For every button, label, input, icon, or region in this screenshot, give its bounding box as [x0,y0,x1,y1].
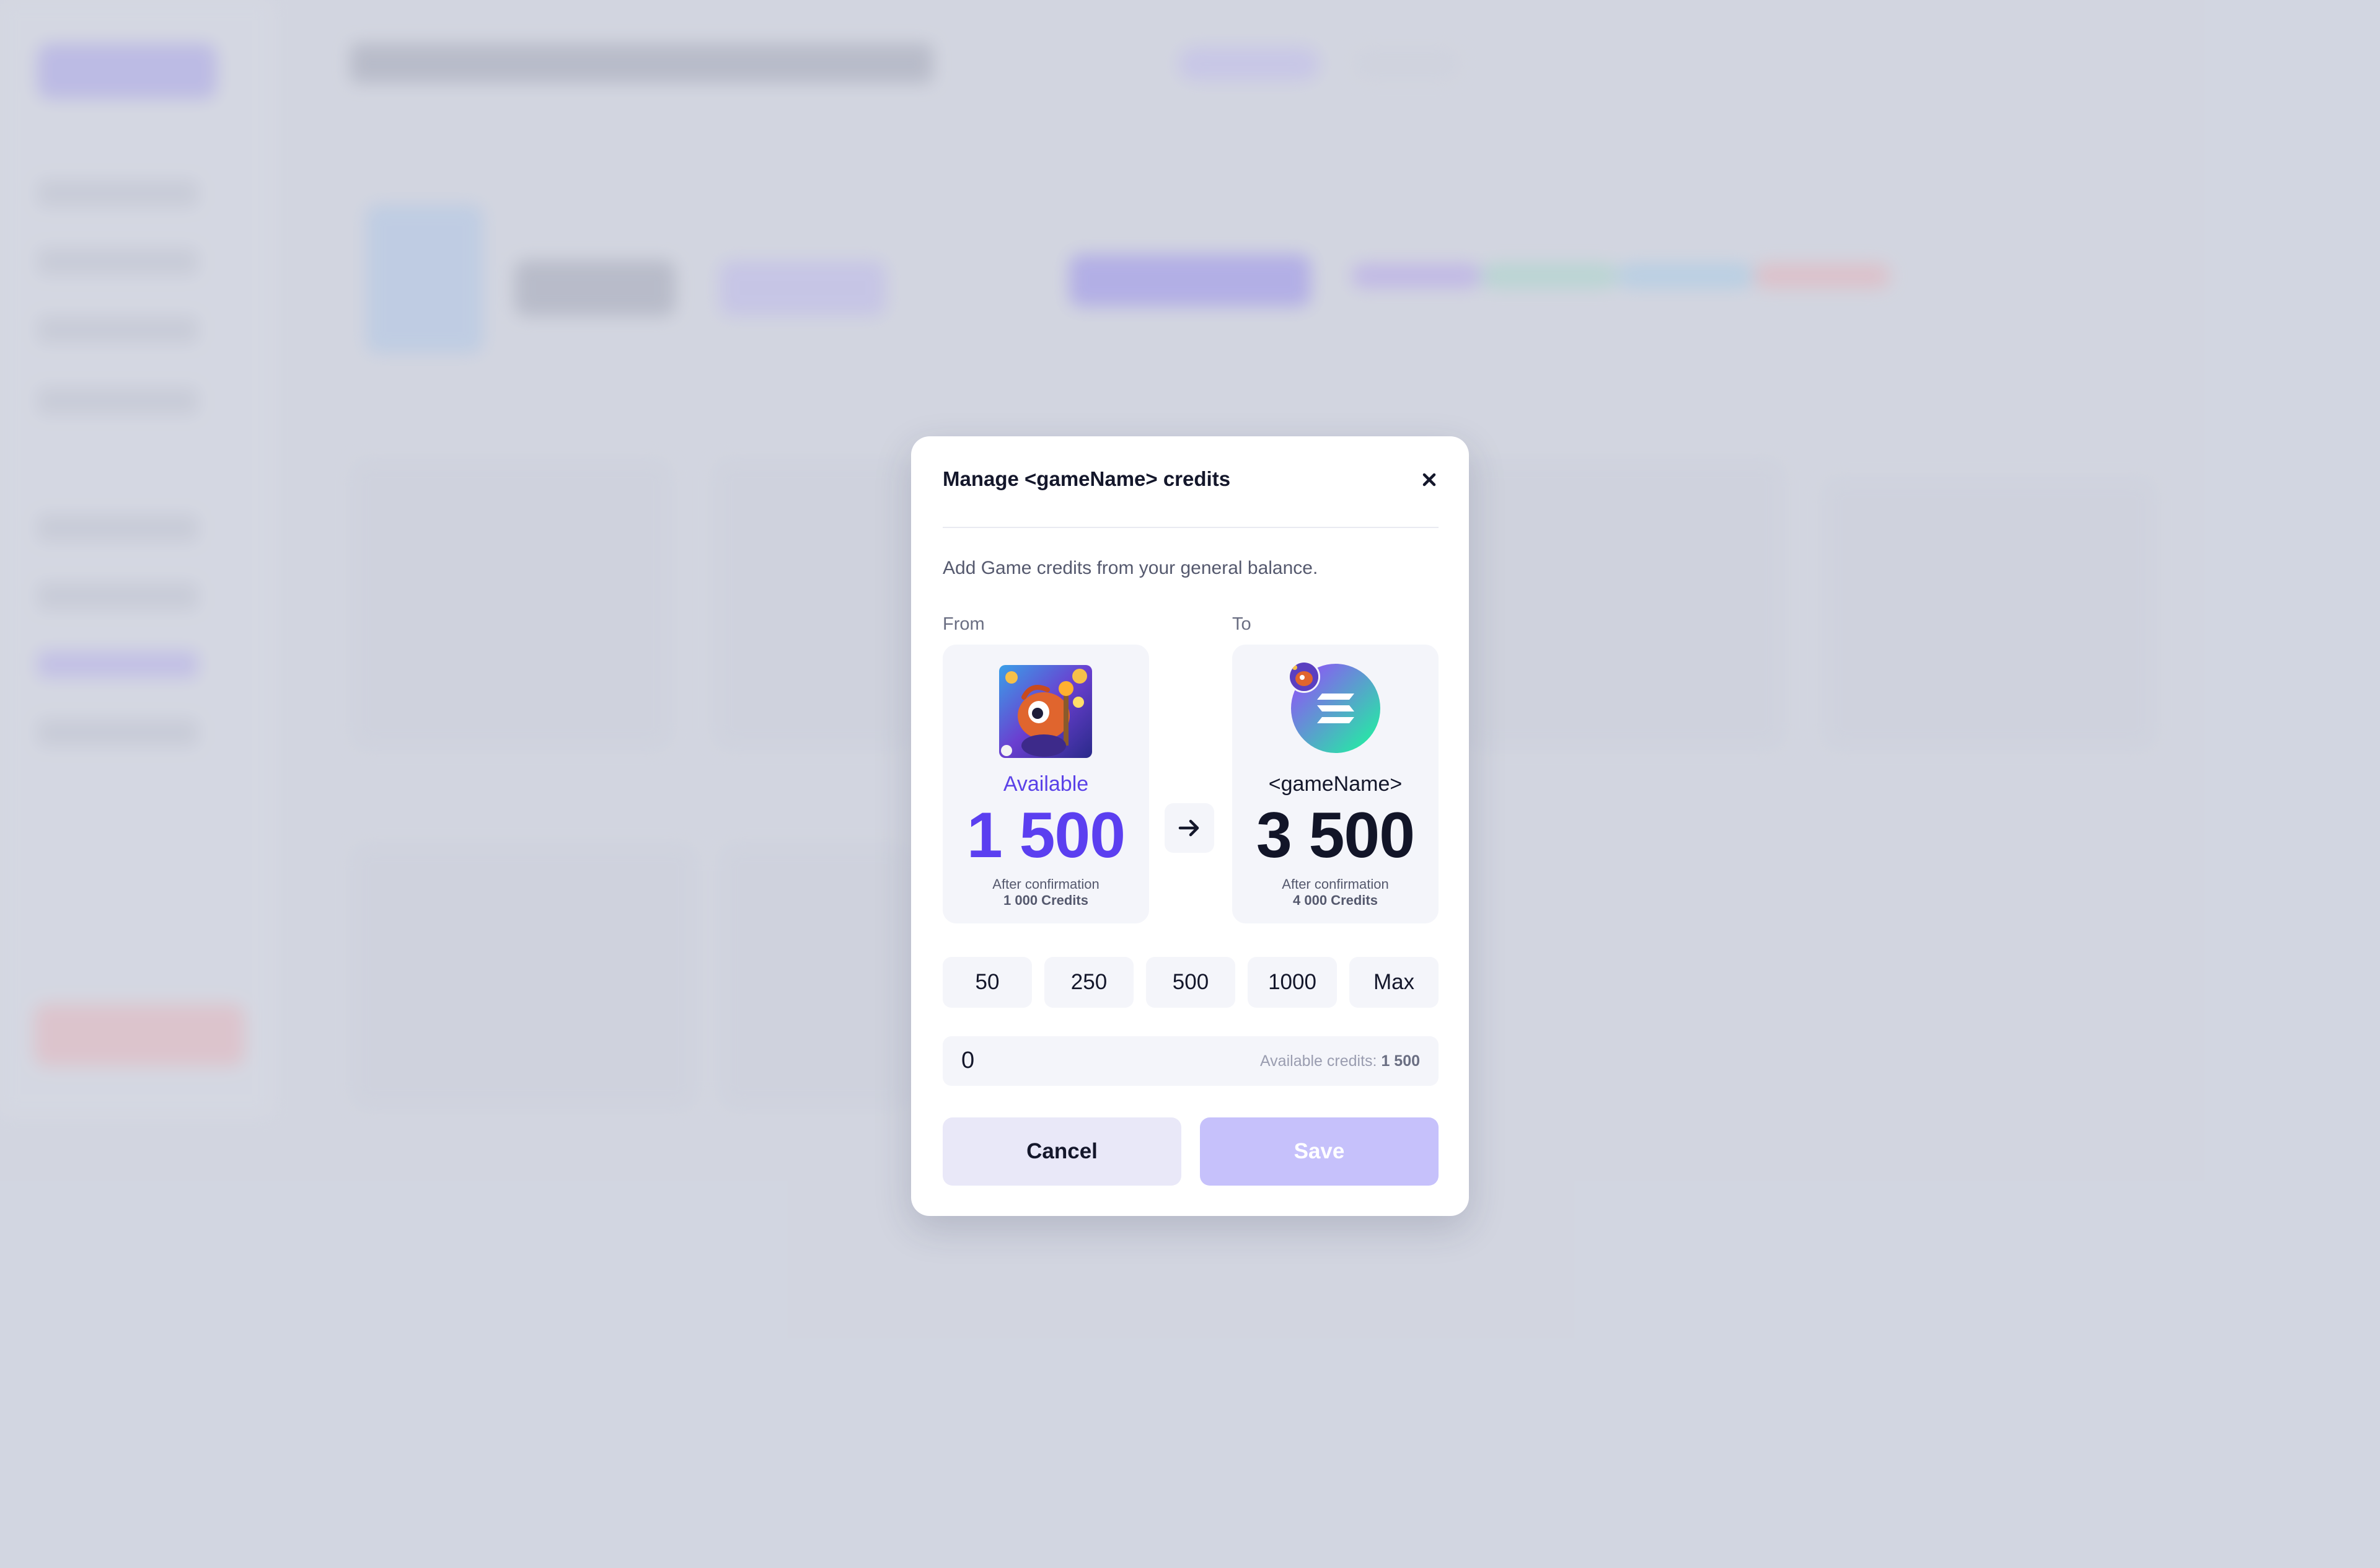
from-caption: Available [1003,772,1089,796]
header-divider [943,527,1439,528]
to-caption: <gameName> [1268,772,1403,796]
from-label: From [943,614,985,634]
to-after-value: 4 000 Credits [1293,892,1378,908]
from-amount: 1 500 [966,799,1126,871]
game-badge-icon [1288,661,1320,693]
from-after-value: 1 000 Credits [1003,892,1088,908]
cancel-button[interactable]: Cancel [943,1117,1181,1186]
game-thumbnail [999,665,1092,758]
max-amount-button[interactable]: Max [1349,957,1439,1008]
amount-input[interactable]: 0 Available credits: 1 500 [943,1036,1439,1086]
save-button[interactable]: Save [1200,1117,1439,1186]
available-credits-hint-label: Available credits: [1259,1052,1377,1070]
available-credits-hint: Available credits: 1 500 [1260,1052,1420,1070]
quick-amount-button[interactable]: 50 [943,957,1032,1008]
close-icon [1422,473,1436,487]
quick-amount-button[interactable]: 250 [1044,957,1134,1008]
to-label: To [1232,614,1251,634]
to-after-label: After confirmation [1282,876,1389,892]
from-after-label: After confirmation [992,876,1100,892]
to-panel: <gameName> 3 500 After confirmation 4 00… [1232,645,1439,923]
quick-amount-row: 50 250 500 1000 Max [943,957,1439,1008]
arrow-right-icon [1178,819,1199,837]
available-credits-hint-value: 1 500 [1381,1052,1420,1070]
manage-credits-modal: Manage <gameName> credits Add Game credi… [911,436,1469,1216]
from-panel: Available 1 500 After confirmation 1 000… [943,645,1149,923]
quick-amount-button[interactable]: 500 [1146,957,1235,1008]
close-button[interactable] [1414,465,1444,495]
transfer-direction [1165,803,1214,853]
to-amount: 3 500 [1256,799,1415,871]
modal-subtitle: Add Game credits from your general balan… [943,558,1318,578]
modal-title: Manage <gameName> credits [943,467,1231,490]
quick-amount-button[interactable]: 1000 [1248,957,1337,1008]
amount-input-value: 0 [961,1047,975,1073]
